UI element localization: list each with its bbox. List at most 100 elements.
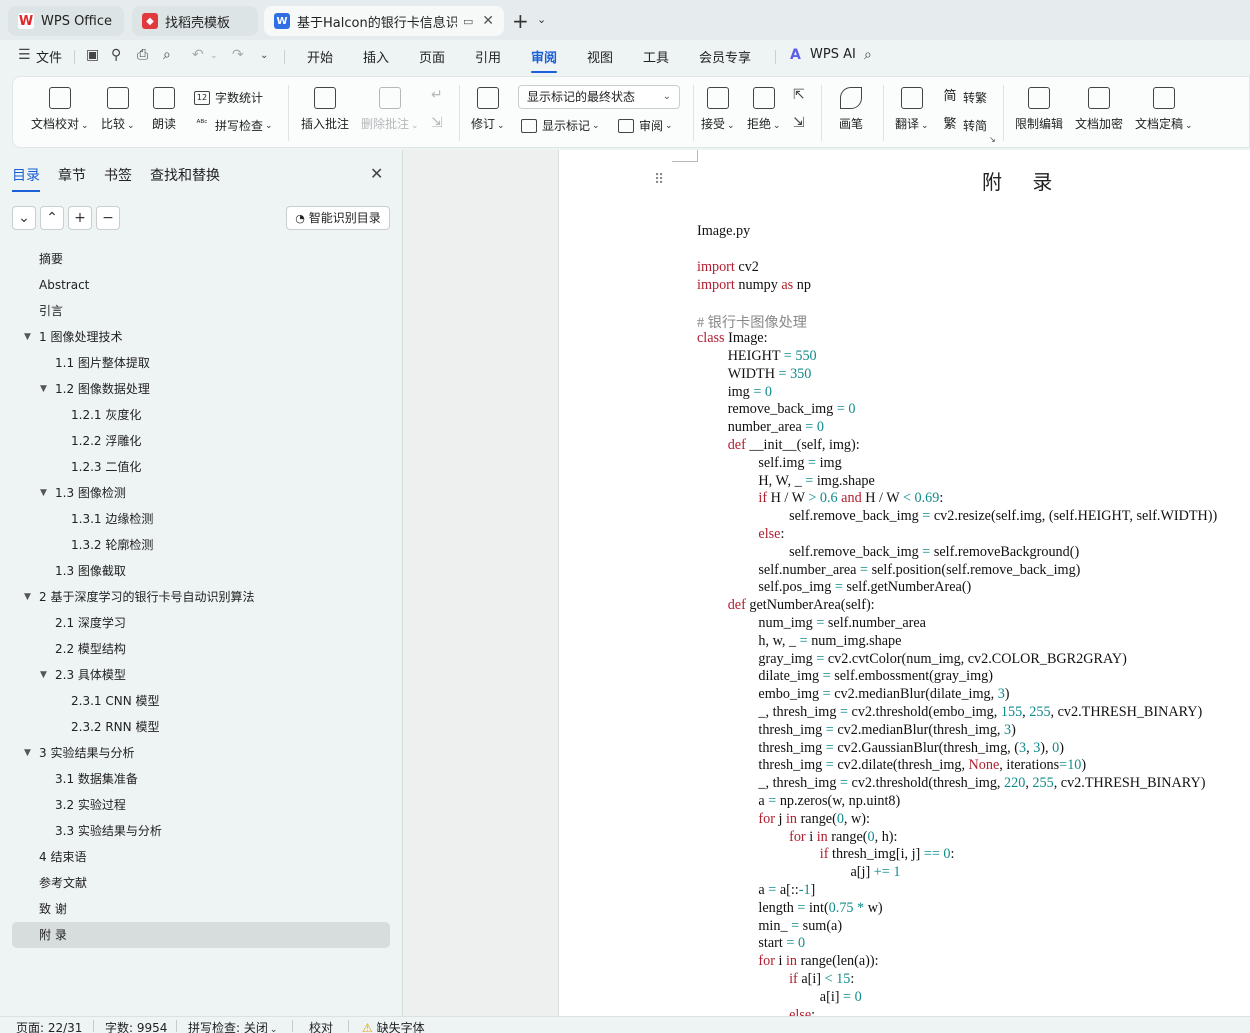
- close-icon[interactable]: ✕: [482, 13, 494, 29]
- to-simplified-button[interactable]: 繁 转简: [942, 117, 987, 134]
- tab-bookmarks[interactable]: 书签: [104, 165, 132, 185]
- reject-button[interactable]: 拒绝 ⌄: [747, 87, 781, 132]
- expand-icon[interactable]: ↘: [989, 135, 996, 144]
- new-tab-button[interactable]: +: [512, 9, 529, 33]
- toc-item[interactable]: 2.3.2 RNN 模型: [12, 714, 390, 740]
- collapse-up-button[interactable]: ⌃: [40, 206, 64, 230]
- tab-find-replace[interactable]: 查找和替换: [150, 165, 220, 185]
- toc-item[interactable]: 致 谢: [12, 896, 390, 922]
- print-preview-icon[interactable]: ⌕: [163, 47, 171, 63]
- translate-button[interactable]: 翻译 ⌄: [895, 87, 929, 132]
- toc-item[interactable]: 引言: [12, 298, 390, 324]
- toc-item[interactable]: ▼ 3 实验结果与分析: [12, 740, 390, 766]
- tab-current-document[interactable]: W 基于Halcon的银行卡信息识别 ▭ ✕: [264, 6, 504, 36]
- expand-toggle-icon[interactable]: ▼: [40, 480, 47, 506]
- prev-comment-icon[interactable]: ↵: [431, 87, 443, 103]
- toc-item[interactable]: 1.3.1 边缘检测: [12, 506, 390, 532]
- undo-icon[interactable]: ↶: [192, 47, 204, 63]
- missing-font-status[interactable]: ⚠ 缺失字体: [362, 1019, 425, 1033]
- tab-wps-office[interactable]: W WPS Office: [8, 6, 124, 36]
- prev-change-icon[interactable]: ⇱: [793, 87, 805, 103]
- encrypt-button[interactable]: 文档加密: [1075, 87, 1123, 132]
- delete-comment-button[interactable]: 删除批注 ⌄: [361, 87, 419, 132]
- menu-reference[interactable]: 引用: [475, 47, 501, 66]
- spell-check-status[interactable]: 拼写检查: 关闭 ⌄: [188, 1019, 277, 1033]
- menu-insert[interactable]: 插入: [363, 47, 389, 66]
- revise-button[interactable]: 修订 ⌄: [471, 87, 505, 132]
- restrict-edit-button[interactable]: 限制编辑: [1015, 87, 1063, 132]
- hamburger-icon[interactable]: ☰: [18, 47, 31, 63]
- toc-item[interactable]: 1.2.1 灰度化: [12, 402, 390, 428]
- add-item-button[interactable]: +: [68, 206, 92, 230]
- toc-item[interactable]: ▼ 2.3 具体模型: [12, 662, 390, 688]
- show-markup-button[interactable]: 显示标记 ⌄: [521, 117, 600, 134]
- close-icon[interactable]: ✕: [370, 164, 383, 183]
- tab-toc[interactable]: 目录: [12, 165, 40, 192]
- toc-item[interactable]: 3.2 实验过程: [12, 792, 390, 818]
- next-comment-icon[interactable]: ⇲: [431, 115, 443, 131]
- expand-toggle-icon[interactable]: ▼: [24, 324, 31, 350]
- chevron-down-icon[interactable]: ⌄: [537, 13, 546, 26]
- page-indicator[interactable]: 页面: 22/31: [16, 1019, 82, 1033]
- toc-item[interactable]: 1.3.2 轮廓检测: [12, 532, 390, 558]
- toc-item[interactable]: 附 录: [12, 922, 390, 948]
- more-chevron-icon[interactable]: ⌄: [260, 50, 268, 61]
- menu-review[interactable]: 审阅: [531, 47, 558, 73]
- read-aloud-button[interactable]: 朗读: [152, 87, 176, 132]
- review-pane-button[interactable]: 审阅 ⌄: [618, 117, 673, 134]
- accept-button[interactable]: 接受 ⌄: [701, 87, 735, 132]
- pen-button[interactable]: 画笔: [839, 87, 863, 132]
- collapse-down-button[interactable]: ⌄: [12, 206, 36, 230]
- expand-toggle-icon[interactable]: ▼: [24, 584, 31, 610]
- menu-wps-ai[interactable]: WPS AI: [810, 47, 856, 62]
- proof-status[interactable]: 校对: [309, 1019, 333, 1033]
- redo-icon[interactable]: ↷: [232, 47, 244, 63]
- toc-item[interactable]: 4 结束语: [12, 844, 390, 870]
- insert-comment-button[interactable]: 插入批注: [301, 87, 349, 132]
- toc-item[interactable]: 3.3 实验结果与分析: [12, 818, 390, 844]
- tab-docer-templates[interactable]: ◆ 找稻壳模板: [132, 6, 258, 36]
- menu-page[interactable]: 页面: [419, 47, 445, 66]
- smart-toc-button[interactable]: ◔ 智能识别目录: [286, 206, 390, 230]
- word-count-button[interactable]: 12 字数统计: [194, 89, 263, 106]
- toc-item[interactable]: 1.2.3 二值化: [12, 454, 390, 480]
- code-block[interactable]: Image.py import cv2 import numpy as np # 银…: [697, 223, 1217, 1023]
- compare-button[interactable]: 比较 ⌄: [101, 87, 135, 132]
- toc-item[interactable]: Abstract: [12, 272, 390, 298]
- print-icon[interactable]: ⎙: [137, 47, 148, 63]
- toc-item[interactable]: 1.1 图片整体提取: [12, 350, 390, 376]
- toc-item[interactable]: 3.1 数据集准备: [12, 766, 390, 792]
- markup-state-select[interactable]: 显示标记的最终状态 ⌄: [518, 85, 680, 109]
- to-traditional-button[interactable]: 简 转繁: [942, 89, 987, 106]
- menu-tools[interactable]: 工具: [643, 47, 669, 66]
- spell-check-button[interactable]: ᴬᴮᶜ 拼写检查 ⌄: [194, 117, 272, 134]
- toc-item[interactable]: 摘要: [12, 246, 390, 272]
- monitor-icon[interactable]: ▭: [463, 15, 473, 28]
- expand-toggle-icon[interactable]: ▼: [40, 662, 47, 688]
- toc-item[interactable]: ▼ 2 基于深度学习的银行卡号自动识别算法: [12, 584, 390, 610]
- toc-item[interactable]: 1.2.2 浮雕化: [12, 428, 390, 454]
- toc-item[interactable]: ▼ 1.3 图像检测: [12, 480, 390, 506]
- menu-view[interactable]: 视图: [587, 47, 613, 66]
- toc-item[interactable]: ▼ 1.2 图像数据处理: [12, 376, 390, 402]
- expand-toggle-icon[interactable]: ▼: [40, 376, 47, 402]
- doc-proof-button[interactable]: 文档校对 ⌄: [31, 87, 89, 132]
- save-icon[interactable]: ▣: [86, 47, 99, 63]
- expand-toggle-icon[interactable]: ▼: [24, 740, 31, 766]
- tab-chapters[interactable]: 章节: [58, 165, 86, 185]
- drag-handle-icon[interactable]: ⠿: [654, 173, 664, 187]
- share-icon[interactable]: ⚲: [111, 47, 121, 63]
- search-icon[interactable]: ⌕: [864, 47, 872, 63]
- toc-item[interactable]: 2.3.1 CNN 模型: [12, 688, 390, 714]
- toc-item[interactable]: 2.1 深度学习: [12, 610, 390, 636]
- remove-item-button[interactable]: −: [96, 206, 120, 230]
- menu-file[interactable]: 文件: [36, 47, 62, 66]
- chevron-down-icon[interactable]: ⌄: [210, 51, 218, 61]
- next-change-icon[interactable]: ⇲: [793, 115, 805, 131]
- toc-item[interactable]: 参考文献: [12, 870, 390, 896]
- toc-item[interactable]: 2.2 模型结构: [12, 636, 390, 662]
- toc-item[interactable]: 1.3 图像截取: [12, 558, 390, 584]
- word-count[interactable]: 字数: 9954: [105, 1019, 167, 1033]
- menu-membership[interactable]: 会员专享: [699, 47, 751, 66]
- menu-home[interactable]: 开始: [307, 47, 333, 66]
